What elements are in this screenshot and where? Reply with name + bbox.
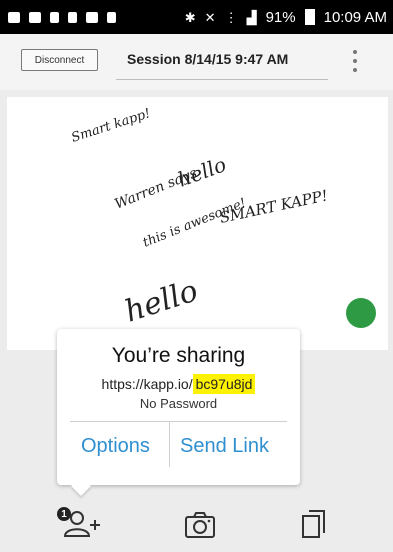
signal-icon: ▟: [246, 9, 257, 25]
notification-image-icon: [86, 11, 98, 23]
handwriting-layer: Smart kapp! Warren says hello this is aw…: [70, 106, 330, 329]
share-url-code: bc97u8jd: [192, 374, 256, 394]
note-hello-top: hello: [175, 152, 230, 192]
participants-badge: 1: [57, 507, 71, 521]
mute-icon: ✕: [204, 9, 216, 25]
copy-pages-button[interactable]: [300, 508, 328, 545]
wifi-icon: ⋮: [224, 9, 238, 25]
popup-button-divider: [169, 422, 170, 467]
sharing-title: You’re sharing: [111, 344, 246, 367]
session-title[interactable]: Session 8/14/15 9:47 AM: [127, 51, 288, 67]
battery-icon: [304, 9, 315, 25]
whiteboard-canvas[interactable]: Smart kapp! Warren says hello this is aw…: [7, 97, 388, 350]
password-status: No Password: [139, 396, 218, 411]
menu-kebab-icon[interactable]: [350, 50, 360, 72]
notification-icons: [8, 11, 116, 23]
notification-camera-icon: [50, 11, 59, 23]
popup-divider: [70, 421, 287, 422]
send-link-button[interactable]: Send Link: [180, 435, 269, 458]
share-url-prefix: https://kapp.io/: [101, 376, 193, 392]
battery-percent: 91%: [265, 8, 296, 26]
options-button[interactable]: Options: [81, 435, 150, 458]
clock: 10:09 AM: [323, 8, 387, 26]
app-header: Disconnect Session 8/14/15 9:47 AM: [0, 34, 393, 90]
bottom-toolbar: 1: [0, 495, 393, 552]
notification-video-icon: [107, 11, 116, 23]
connection-status-dot[interactable]: [346, 298, 376, 328]
note-smart-kapp: Smart kapp!: [70, 106, 153, 146]
popup-caret: [71, 476, 91, 496]
session-title-underline: [116, 79, 328, 80]
note-hello-bottom: hello: [121, 273, 203, 329]
notification-chat-icon: [8, 11, 20, 23]
camera-button[interactable]: [184, 511, 216, 544]
camera-icon: [185, 512, 215, 538]
note-smart-kapp-caps: SMART KAPP!: [218, 186, 329, 226]
share-url[interactable]: https://kapp.io/bc97u8jd: [57, 374, 300, 394]
status-bar: ✱ ✕ ⋮ ▟ 91% 10:09 AM: [0, 0, 393, 34]
disconnect-button[interactable]: Disconnect: [21, 49, 98, 71]
bluetooth-icon: ✱: [184, 9, 196, 25]
sharing-popup: You’re sharing https://kapp.io/bc97u8jd …: [57, 329, 300, 496]
copy-pages-icon: [302, 510, 325, 538]
notification-lock-icon: [68, 11, 77, 23]
system-icons: ✱ ✕ ⋮ ▟ 91% 10:09 AM: [185, 9, 387, 26]
notification-facebook-icon: [29, 11, 41, 23]
